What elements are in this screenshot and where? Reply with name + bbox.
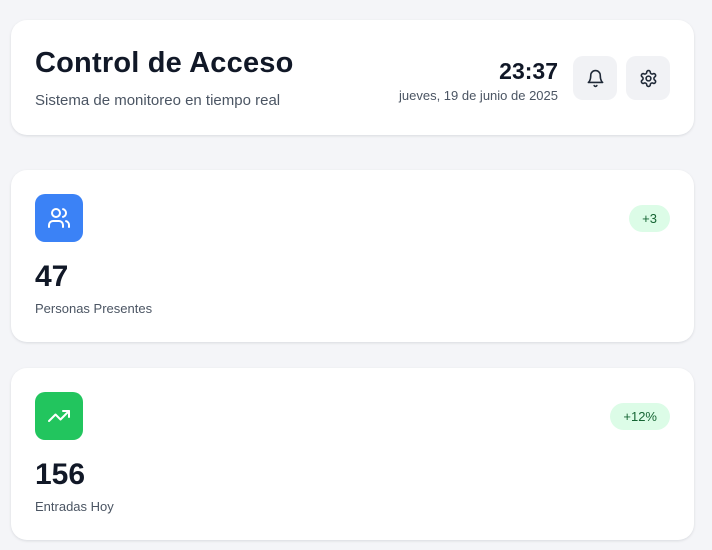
settings-button[interactable]: [626, 56, 670, 100]
change-badge: +12%: [610, 403, 670, 430]
stat-icon-tile: [35, 392, 83, 440]
current-time: 23:37: [499, 58, 558, 84]
page-subtitle: Sistema de monitoreo en tiempo real: [35, 92, 281, 109]
trending-up-icon: [48, 410, 70, 422]
header-card: Control de Acceso Sistema de monitoreo e…: [11, 20, 694, 135]
stat-value: 47: [35, 260, 69, 293]
users-icon: [48, 208, 70, 228]
bell-icon: [587, 69, 603, 87]
stat-icon-tile: [35, 194, 83, 242]
stat-label: Entradas Hoy: [35, 499, 114, 514]
change-badge: +3: [629, 205, 670, 232]
notifications-button[interactable]: [573, 56, 617, 100]
stat-card-people-present: +3 47 Personas Presentes: [11, 170, 694, 342]
stat-label: Personas Presentes: [35, 301, 153, 316]
gear-icon: [640, 69, 656, 87]
page-title: Control de Acceso: [35, 47, 294, 79]
stat-card-entries-today: +12% 156 Entradas Hoy: [11, 368, 694, 540]
current-date: jueves, 19 de junio de 2025: [398, 88, 558, 103]
stat-value: 156: [35, 458, 86, 491]
